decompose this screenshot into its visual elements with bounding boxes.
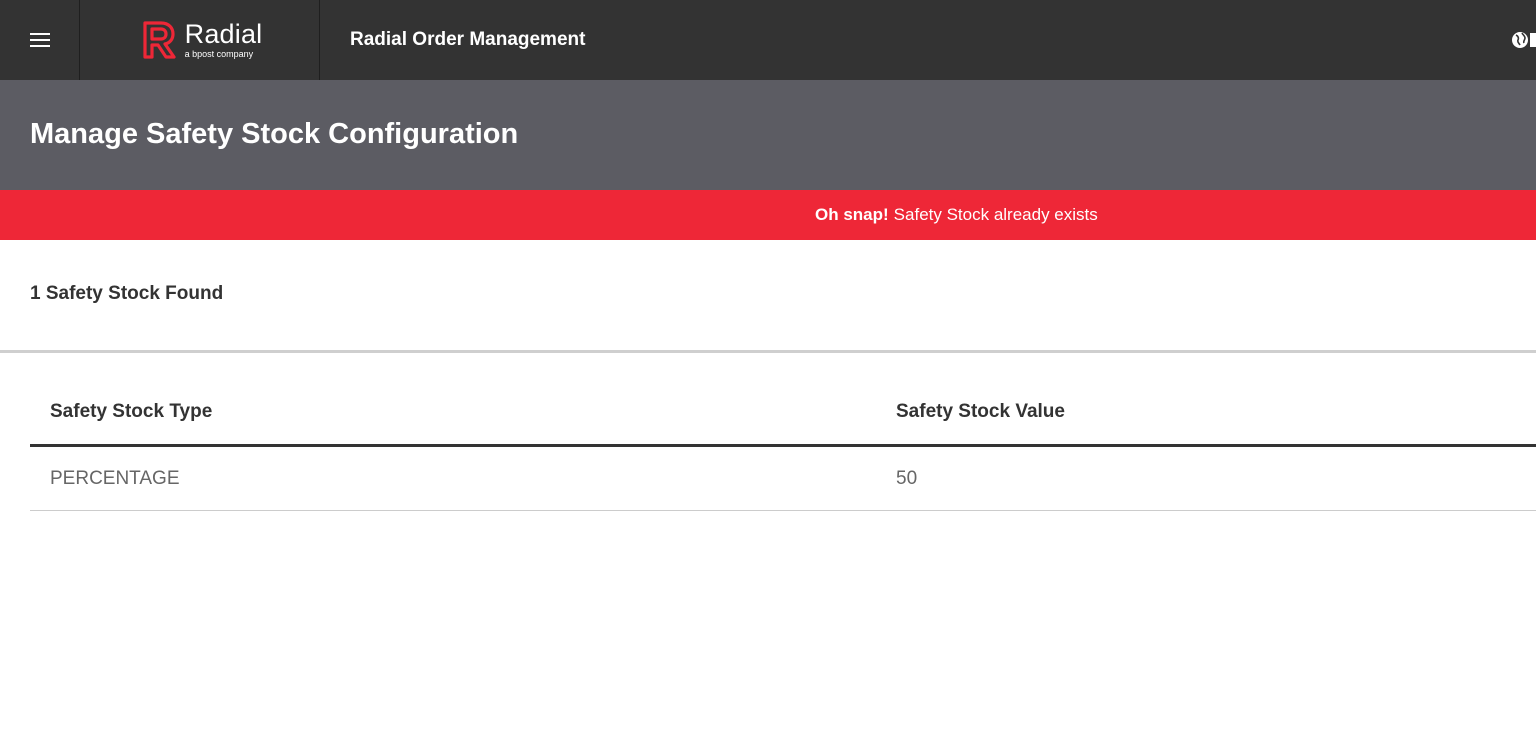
- language-selector[interactable]: [1510, 30, 1536, 50]
- alert-strong-text: Oh snap!: [815, 205, 889, 224]
- column-header-value[interactable]: Safety Stock Value: [876, 401, 1536, 423]
- top-navigation-bar: Radial a bpost company Radial Order Mana…: [0, 0, 1536, 80]
- logo-link[interactable]: Radial a bpost company: [80, 0, 320, 80]
- page-header: Manage Safety Stock Configuration: [0, 80, 1536, 190]
- globe-icon: [1512, 32, 1536, 48]
- radial-logo-mark-icon: [143, 21, 176, 59]
- app-title: Radial Order Management: [350, 29, 586, 50]
- table-row[interactable]: PERCENTAGE 50: [30, 447, 1536, 511]
- table-header-row: Safety Stock Type Safety Stock Value: [30, 380, 1536, 447]
- cell-safety-stock-type: PERCENTAGE: [50, 467, 180, 489]
- hamburger-menu-button[interactable]: [0, 0, 80, 80]
- logo-wordmark: Radial: [184, 19, 263, 49]
- logo-tagline: a bpost company: [184, 49, 254, 59]
- hamburger-menu-icon: [29, 33, 50, 47]
- safety-stock-table: Safety Stock Type Safety Stock Value PER…: [30, 380, 1536, 511]
- error-alert: Oh snap! Safety Stock already exists: [0, 190, 1536, 240]
- alert-message: Safety Stock already exists: [893, 205, 1098, 224]
- radial-logo: Radial a bpost company: [141, 20, 263, 60]
- section-divider: [0, 350, 1536, 353]
- column-header-type[interactable]: Safety Stock Type: [30, 401, 876, 423]
- cell-safety-stock-value: 50: [896, 467, 918, 489]
- results-count: 1 Safety Stock Found: [30, 283, 224, 304]
- page-title: Manage Safety Stock Configuration: [30, 117, 519, 150]
